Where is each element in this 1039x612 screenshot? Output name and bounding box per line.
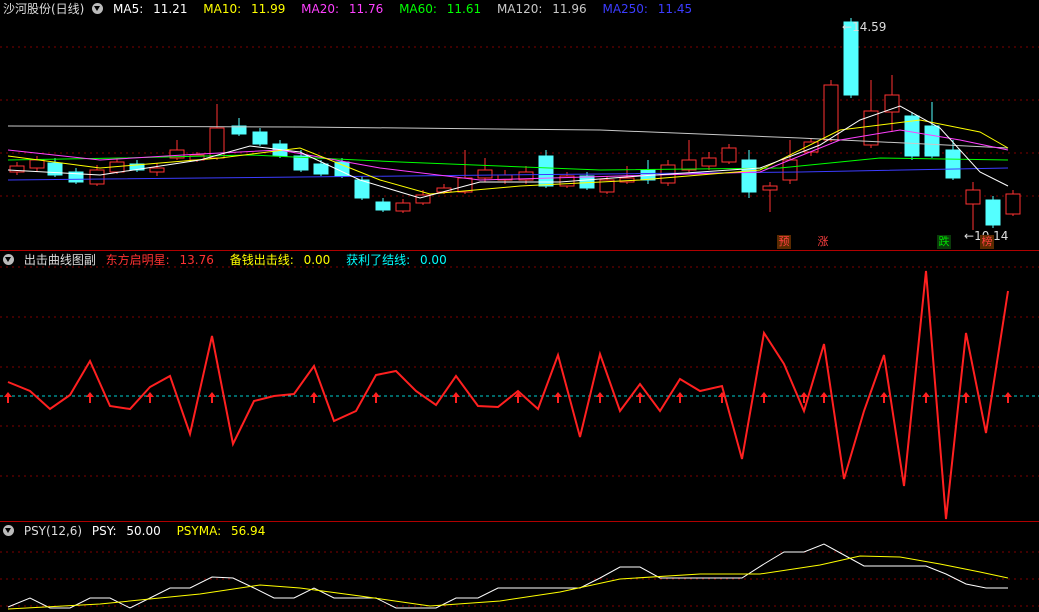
candle-body bbox=[149, 167, 165, 173]
candle-body bbox=[945, 149, 961, 179]
psy-label: PSY: 50.00 bbox=[91, 524, 161, 538]
candle-body bbox=[985, 199, 1001, 226]
buy-arrow-icon bbox=[1004, 392, 1012, 403]
ma250-label: MA250: 11.45 bbox=[602, 2, 693, 16]
kline-panel[interactable]: 沙河股份(日线) MA5: 11.21 MA10: 11.99 MA20: 11… bbox=[0, 0, 1039, 250]
ma120-label: MA120: 11.96 bbox=[496, 2, 587, 16]
buy-arrow-icon bbox=[760, 392, 768, 403]
candle-body bbox=[477, 169, 493, 179]
buy-arrow-icon bbox=[820, 392, 828, 403]
stock-title[interactable]: 沙河股份(日线) bbox=[3, 2, 84, 16]
signal-marker-die: 跌 bbox=[937, 235, 951, 249]
buy-arrow-icon bbox=[86, 392, 94, 403]
candle-body bbox=[395, 202, 411, 212]
ma5-label: MA5: 11.21 bbox=[113, 2, 188, 16]
indicator-panel-psy[interactable]: PSY(12,6) PSY: 50.00 PSYMA: 56.94 bbox=[0, 522, 1039, 612]
candle-body bbox=[313, 163, 329, 175]
candle-body bbox=[1005, 193, 1021, 215]
dongfang-label: 东方启明星: 13.76 bbox=[105, 253, 214, 267]
candle-body bbox=[965, 189, 981, 205]
candle-body bbox=[782, 159, 798, 181]
buy-arrow-icon bbox=[4, 392, 12, 403]
chevron-down-icon[interactable] bbox=[3, 254, 14, 265]
candle-body bbox=[884, 94, 900, 113]
buy-arrow-icon bbox=[962, 392, 970, 403]
ma10-label: MA10: 11.99 bbox=[203, 2, 286, 16]
ma20-label: MA20: 11.76 bbox=[301, 2, 384, 16]
candle-body bbox=[89, 169, 105, 185]
candle-body bbox=[721, 147, 737, 163]
buy-arrow-icon bbox=[596, 392, 604, 403]
psy-title[interactable]: PSY(12,6) bbox=[24, 524, 82, 538]
ma5-line bbox=[7, 105, 1009, 199]
buy-arrow-icon bbox=[554, 392, 562, 403]
chevron-down-icon[interactable] bbox=[92, 3, 104, 14]
kline-chart bbox=[0, 18, 1039, 230]
indicator1-title[interactable]: 出击曲线图副 bbox=[24, 253, 96, 267]
beiqian-label: 备钱出击线: 0.00 bbox=[229, 253, 331, 267]
signal-marker-bang: 榜 bbox=[980, 235, 994, 249]
attack-curve-line bbox=[7, 270, 1009, 520]
buy-arrow-icon bbox=[146, 392, 154, 403]
candle-body bbox=[354, 179, 370, 199]
buy-arrow-icon bbox=[372, 392, 380, 403]
psyma-label: PSYMA: 56.94 bbox=[176, 524, 266, 538]
buy-arrow-icon bbox=[922, 392, 930, 403]
candle-body bbox=[924, 125, 940, 157]
indicator-panel-1[interactable]: 出击曲线图副 东方启明星: 13.76 备钱出击线: 0.00 获利了结线: 0… bbox=[0, 251, 1039, 521]
buy-arrow-icon bbox=[676, 392, 684, 403]
candle-body bbox=[741, 159, 757, 193]
psyma-line bbox=[7, 555, 1009, 610]
buy-arrow-icon bbox=[636, 392, 644, 403]
signal-marker-yu: 预 bbox=[777, 235, 791, 249]
chevron-down-icon[interactable] bbox=[3, 525, 14, 536]
signal-marker-zhang: 涨 bbox=[817, 235, 829, 248]
high-price-label: ←14.59 bbox=[842, 20, 887, 34]
candle-body bbox=[29, 159, 45, 169]
kline-header: 沙河股份(日线) MA5: 11.21 MA10: 11.99 MA20: 11… bbox=[3, 2, 704, 16]
candle-body bbox=[252, 131, 268, 145]
candle-body bbox=[375, 201, 391, 211]
indicator1-header: 出击曲线图副 东方启明星: 13.76 备钱出击线: 0.00 获利了结线: 0… bbox=[3, 253, 459, 267]
buy-arrow-icon bbox=[880, 392, 888, 403]
candle-body bbox=[701, 157, 717, 167]
buy-arrow-icon bbox=[310, 392, 318, 403]
candle-body bbox=[762, 185, 778, 191]
buy-arrow-icon bbox=[452, 392, 460, 403]
buy-arrow-icon bbox=[208, 392, 216, 403]
huoli-label: 获利了结线: 0.00 bbox=[346, 253, 447, 267]
ma60-label: MA60: 11.61 bbox=[399, 2, 482, 16]
psy-header: PSY(12,6) PSY: 50.00 PSYMA: 56.94 bbox=[3, 524, 277, 538]
attack-curve-chart bbox=[0, 266, 1039, 520]
